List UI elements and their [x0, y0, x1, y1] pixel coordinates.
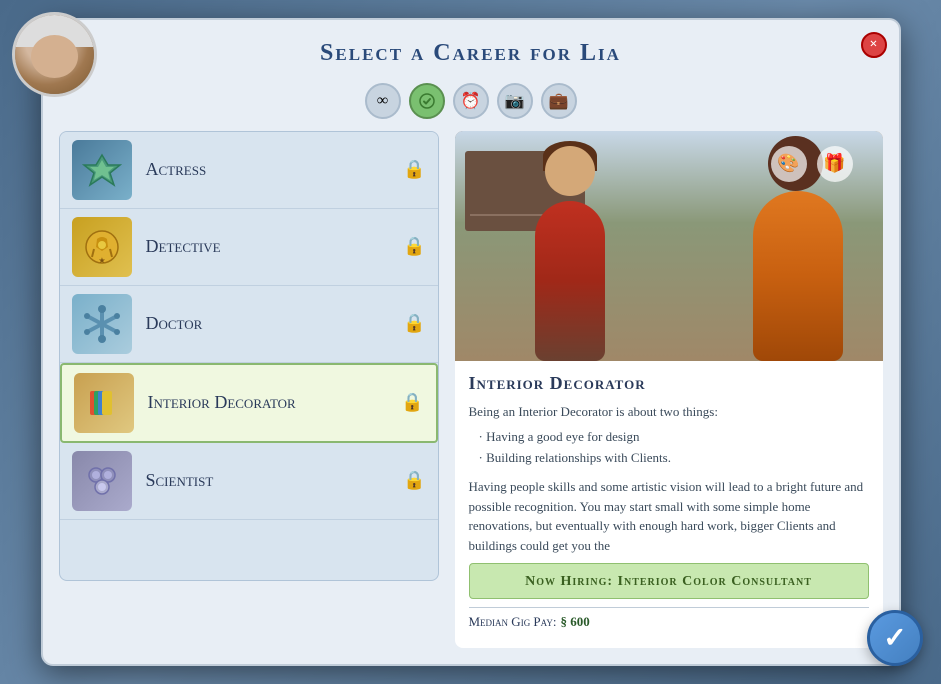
scene-icons: 🎨 🎁	[771, 146, 853, 182]
filter-time[interactable]: ⏰	[453, 83, 489, 119]
detail-image: 🎨 🎁	[455, 131, 883, 361]
career-lock-actress: 🔒	[403, 159, 425, 180]
detail-panel: 🎨 🎁 Interior Decorator Being an Interior…	[455, 131, 883, 648]
scene-icon-gift: 🎁	[817, 146, 853, 182]
detail-text: Interior Decorator Being an Interior Dec…	[455, 361, 883, 648]
career-select-dialog: Select a Career for Lia × ∞ ⏰ 📷 💼	[41, 18, 901, 666]
filter-briefcase[interactable]: 💼	[541, 83, 577, 119]
sim-character-right	[753, 171, 853, 361]
sim-character-left	[535, 181, 615, 361]
career-name-doctor: Doctor	[146, 313, 404, 334]
dialog-title: Select a Career for Lia	[63, 40, 879, 67]
detail-career-title: Interior Decorator	[469, 373, 869, 394]
career-item-interior-decorator[interactable]: Interior Decorator 🔒	[60, 363, 438, 443]
detail-desc-intro: Being an Interior Decorator is about two…	[469, 402, 869, 422]
confirm-button[interactable]: ✓	[867, 610, 923, 666]
close-button[interactable]: ×	[861, 32, 887, 58]
career-item-scientist[interactable]: Scientist 🔒	[60, 443, 438, 520]
filter-row: ∞ ⏰ 📷 💼	[43, 77, 899, 131]
confirm-check-icon: ✓	[883, 621, 906, 655]
hiring-badge: Now Hiring: Interior Color Consultant	[469, 563, 869, 599]
career-lock-doctor: 🔒	[403, 313, 425, 334]
pay-amount: § 600	[560, 614, 589, 630]
career-name-detective: Detective	[146, 236, 404, 257]
pay-label: Median Gig Pay:	[469, 614, 557, 630]
career-item-actress[interactable]: Actress 🔒	[60, 132, 438, 209]
career-list: Actress 🔒 ★ Detective 🔒	[59, 131, 439, 581]
career-name-decorator: Interior Decorator	[148, 392, 402, 413]
career-lock-scientist: 🔒	[403, 470, 425, 491]
career-name-actress: Actress	[146, 159, 404, 180]
hiring-text: Now Hiring: Interior Color Consultant	[525, 574, 812, 589]
career-icon-doctor	[72, 294, 132, 354]
content-area: Actress 🔒 ★ Detective 🔒	[43, 131, 899, 664]
detail-list-item-2: Building relationships with Clients.	[479, 448, 869, 469]
filter-camera[interactable]: 📷	[497, 83, 533, 119]
career-item-doctor[interactable]: Doctor 🔒	[60, 286, 438, 363]
career-name-scientist: Scientist	[146, 470, 404, 491]
svg-text:★: ★	[98, 256, 105, 265]
career-icon-scientist	[72, 451, 132, 511]
dialog-header: Select a Career for Lia ×	[43, 20, 899, 77]
career-icon-detective: ★	[72, 217, 132, 277]
career-icon-actress	[72, 140, 132, 200]
career-item-detective[interactable]: ★ Detective 🔒	[60, 209, 438, 286]
career-icon-decorator	[74, 373, 134, 433]
detail-list-item-1: Having a good eye for design	[479, 427, 869, 448]
detail-list: Having a good eye for design Building re…	[479, 427, 869, 469]
scene-icon-paint: 🎨	[771, 146, 807, 182]
filter-active[interactable]	[409, 83, 445, 119]
filter-all[interactable]: ∞	[365, 83, 401, 119]
detail-extra-text: Having people skills and some artistic v…	[469, 477, 869, 555]
career-lock-decorator: 🔒	[401, 392, 423, 413]
pay-row: Median Gig Pay: § 600	[469, 607, 869, 636]
avatar	[12, 12, 97, 97]
career-lock-detective: 🔒	[403, 236, 425, 257]
